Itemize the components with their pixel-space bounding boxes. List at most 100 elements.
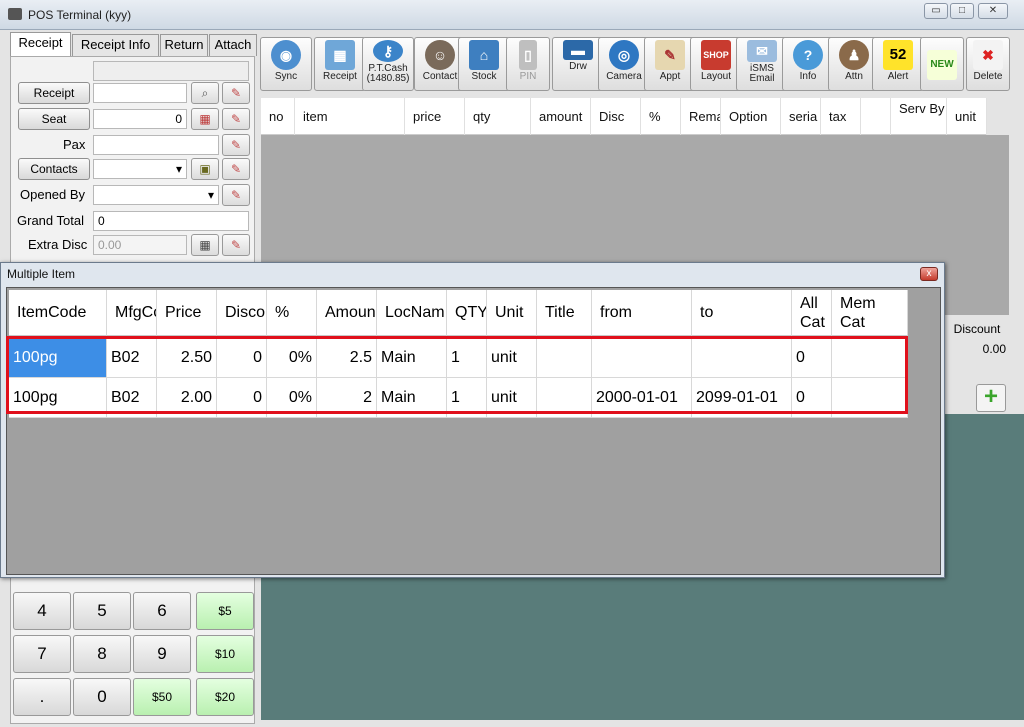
pin-label: PIN: [519, 71, 537, 82]
receipt-icon: ▦: [325, 40, 355, 70]
alert-icon: 52: [883, 40, 913, 70]
col-mem-cat[interactable]: Mem Cat: [832, 290, 908, 336]
col-price[interactable]: Price: [157, 290, 217, 336]
key-0[interactable]: 0: [73, 678, 131, 716]
isms-email-button[interactable]: ✉ iSMS Email: [736, 37, 788, 91]
tab-receipt-info[interactable]: Receipt Info: [72, 34, 159, 56]
col-remark[interactable]: Rema: [681, 98, 721, 135]
eraser-icon[interactable]: ✎: [222, 184, 250, 206]
eraser-icon[interactable]: ✎: [222, 234, 250, 256]
col-to[interactable]: to: [692, 290, 792, 336]
close-button[interactable]: ✕: [978, 3, 1008, 19]
col-blank[interactable]: [861, 98, 891, 135]
col-unit[interactable]: unit: [947, 98, 987, 135]
key-dot[interactable]: .: [13, 678, 71, 716]
contact-card-icon[interactable]: ▣: [191, 158, 219, 180]
key-5[interactable]: 5: [73, 592, 131, 630]
col-disc[interactable]: Disc: [591, 98, 641, 135]
col-percent[interactable]: %: [641, 98, 681, 135]
key-4[interactable]: 4: [13, 592, 71, 630]
seat-button[interactable]: Seat: [18, 108, 90, 130]
opened-by-dropdown[interactable]: ▾: [93, 185, 219, 205]
key-5-dollars[interactable]: $5: [196, 592, 254, 630]
appointment-icon: ✎: [655, 40, 685, 70]
delete-button[interactable]: ✖ Delete: [966, 37, 1010, 91]
seat-map-icon[interactable]: ▦: [191, 108, 219, 130]
col-unit[interactable]: Unit: [487, 290, 537, 336]
dialog-close-button[interactable]: x: [920, 267, 938, 281]
delete-icon: ✖: [973, 40, 1003, 70]
discount-box: Discount 0.00: [944, 316, 1010, 366]
info-button[interactable]: ? Info: [782, 37, 834, 91]
tab-attach[interactable]: Attach: [209, 34, 257, 56]
camera-label: Camera: [606, 71, 642, 82]
key-10-dollars[interactable]: $10: [196, 635, 254, 673]
add-icon[interactable]: +: [976, 384, 1006, 412]
col-all-cat[interactable]: All Cat: [792, 290, 832, 336]
camera-button[interactable]: ◎ Camera: [598, 37, 650, 91]
alert-label: Alert: [887, 71, 909, 82]
search-icon[interactable]: ⌕: [191, 82, 219, 104]
col-discount[interactable]: Disco: [217, 290, 267, 336]
drawer-icon: ▬: [563, 40, 593, 60]
seat-button-label: Seat: [41, 112, 67, 126]
extra-disc-label: Extra Disc: [28, 237, 88, 252]
col-percent[interactable]: %: [267, 290, 317, 336]
col-from[interactable]: from: [592, 290, 692, 336]
col-item[interactable]: item: [295, 98, 405, 135]
pin-button[interactable]: ▯ PIN: [506, 37, 550, 91]
attendance-icon: ♟: [839, 40, 869, 70]
extra-disc-input[interactable]: 0.00: [93, 235, 187, 255]
col-option[interactable]: Option: [721, 98, 781, 135]
minimize-button[interactable]: ▭: [924, 3, 948, 19]
col-mfgco[interactable]: MfgCo: [107, 290, 157, 336]
col-price[interactable]: price: [405, 98, 465, 135]
receipt-toolbar-button[interactable]: ▦ Receipt: [314, 37, 366, 91]
eraser-icon[interactable]: ✎: [222, 108, 250, 130]
contacts-button[interactable]: Contacts: [18, 158, 90, 180]
key-8[interactable]: 8: [73, 635, 131, 673]
key-6[interactable]: 6: [133, 592, 191, 630]
layout-button[interactable]: SHOP Layout: [690, 37, 742, 91]
key-20-dollars[interactable]: $20: [196, 678, 254, 716]
col-no[interactable]: no: [261, 98, 295, 135]
calculator-icon[interactable]: ▦: [191, 234, 219, 256]
key-50-dollars[interactable]: $50: [133, 678, 191, 716]
pax-input[interactable]: [93, 135, 219, 155]
col-qty[interactable]: qty: [465, 98, 531, 135]
stock-button[interactable]: ⌂ Stock: [458, 37, 510, 91]
sync-button[interactable]: ◉ Sync: [260, 37, 312, 91]
eraser-icon[interactable]: ✎: [222, 158, 250, 180]
col-qty[interactable]: QTY: [447, 290, 487, 336]
key-9[interactable]: 9: [133, 635, 191, 673]
discount-label: Discount: [953, 322, 1001, 336]
col-amount[interactable]: Amoun: [317, 290, 377, 336]
eraser-icon[interactable]: ✎: [222, 134, 250, 156]
col-locname[interactable]: LocNam: [377, 290, 447, 336]
restore-button[interactable]: □: [950, 3, 974, 19]
grand-total-label: Grand Total: [17, 213, 84, 228]
highlight-box: [6, 336, 908, 414]
appointment-button[interactable]: ✎ Appt: [644, 37, 696, 91]
col-tax[interactable]: tax: [821, 98, 861, 135]
app-icon: [8, 8, 22, 20]
tab-receipt[interactable]: Receipt: [10, 32, 71, 56]
shop-icon: SHOP: [701, 40, 731, 70]
receipt-number-input[interactable]: [93, 83, 187, 103]
tab-return[interactable]: Return: [160, 34, 208, 56]
col-serv-by[interactable]: Serv By: [891, 98, 947, 135]
petty-cash-button[interactable]: ⚷ P.T.Cash (1480.85): [362, 37, 414, 91]
receipt-button[interactable]: Receipt: [18, 82, 90, 104]
eraser-icon[interactable]: ✎: [222, 82, 250, 104]
info-icon: ?: [793, 40, 823, 70]
key-7[interactable]: 7: [13, 635, 71, 673]
col-itemcode[interactable]: ItemCode: [9, 290, 107, 336]
drawer-button[interactable]: ▬ Drw: [552, 37, 604, 91]
contacts-dropdown[interactable]: ▾: [93, 159, 187, 179]
seat-stepper[interactable]: 0: [93, 109, 187, 129]
new-button[interactable]: NEW: [920, 37, 964, 91]
col-title[interactable]: Title: [537, 290, 592, 336]
col-serial[interactable]: seria: [781, 98, 821, 135]
alert-button[interactable]: 52 Alert: [872, 37, 924, 91]
col-amount[interactable]: amount: [531, 98, 591, 135]
